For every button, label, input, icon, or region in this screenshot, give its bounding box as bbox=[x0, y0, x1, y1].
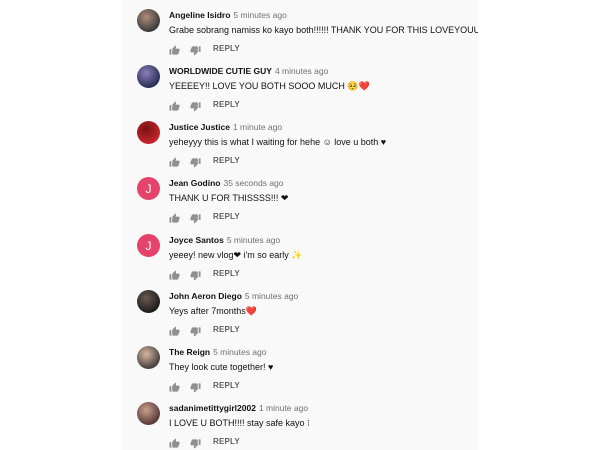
thumbs-down-icon[interactable] bbox=[190, 380, 201, 393]
comment-time[interactable]: 4 minutes ago bbox=[275, 66, 328, 76]
reply-button[interactable]: REPLY bbox=[213, 156, 240, 165]
thumbs-up-icon[interactable] bbox=[169, 380, 180, 392]
comment-item: J Jean Godino 35 seconds ago THANK U FOR … bbox=[122, 174, 478, 230]
comment-author[interactable]: Joyce Santos bbox=[169, 235, 224, 245]
comment-text: THANK U FOR THISSSS!!! ❤ bbox=[169, 193, 289, 203]
thumbs-up-icon[interactable] bbox=[169, 211, 180, 223]
comment-actions: REPLY bbox=[169, 323, 240, 337]
comment-header: Jean Godino 35 seconds ago bbox=[169, 178, 284, 189]
thumbs-down-icon[interactable] bbox=[190, 436, 201, 449]
comment-author[interactable]: WORLDWIDE CUTIE GUY bbox=[169, 66, 272, 76]
reply-button[interactable]: REPLY bbox=[213, 325, 240, 334]
comment-header: Angeline Isidro 5 minutes ago bbox=[169, 10, 287, 21]
avatar[interactable] bbox=[137, 402, 160, 425]
comment-time[interactable]: 35 seconds ago bbox=[223, 178, 283, 188]
avatar[interactable]: J bbox=[137, 234, 160, 257]
thumbs-up-icon[interactable] bbox=[169, 155, 180, 167]
comment-actions: REPLY bbox=[169, 210, 240, 224]
comment-header: The Reign 5 minutes ago bbox=[169, 347, 267, 358]
reply-button[interactable]: REPLY bbox=[213, 437, 240, 446]
reply-button[interactable]: REPLY bbox=[213, 44, 240, 53]
reply-button[interactable]: REPLY bbox=[213, 269, 240, 278]
comment-item: sadanimetittygirl2002 1 minute ago I LOVE… bbox=[122, 399, 478, 450]
thumbs-down-icon[interactable] bbox=[190, 99, 201, 112]
comment-item: Angeline Isidro 5 minutes ago Grabe sobra… bbox=[122, 6, 478, 62]
avatar[interactable]: J bbox=[137, 177, 160, 200]
comment-header: Justice Justice 1 minute ago bbox=[169, 122, 282, 133]
comment-time[interactable]: 5 minutes ago bbox=[227, 235, 280, 245]
reply-button[interactable]: REPLY bbox=[213, 381, 240, 390]
comment-time[interactable]: 5 minutes ago bbox=[233, 10, 286, 20]
comment-author[interactable]: John Aeron Diego bbox=[169, 291, 242, 301]
comment-header: WORLDWIDE CUTIE GUY 4 minutes ago bbox=[169, 66, 328, 77]
avatar[interactable] bbox=[137, 346, 160, 369]
avatar[interactable] bbox=[137, 290, 160, 313]
thumbs-up-icon[interactable] bbox=[169, 324, 180, 336]
comment-item: WORLDWIDE CUTIE GUY 4 minutes ago YEEEEY!… bbox=[122, 62, 478, 118]
thumbs-up-icon[interactable] bbox=[169, 436, 180, 448]
comments-panel: Angeline Isidro 5 minutes ago Grabe sobra… bbox=[122, 0, 478, 450]
comment-item: The Reign 5 minutes ago They look cute to… bbox=[122, 343, 478, 399]
comment-author[interactable]: Justice Justice bbox=[169, 122, 230, 132]
comment-text: They look cute together! ♥ bbox=[169, 362, 274, 372]
thumbs-down-icon[interactable] bbox=[190, 268, 201, 281]
comment-text: YEEEEY!! LOVE YOU BOTH SOOO MUCH 🥺❤️ bbox=[169, 81, 370, 91]
comment-actions: REPLY bbox=[169, 42, 240, 56]
comment-header: Joyce Santos 5 minutes ago bbox=[169, 235, 280, 246]
comment-time[interactable]: 5 minutes ago bbox=[245, 291, 298, 301]
comment-text: Grabe sobrang namiss ko kayo both!!!!!! … bbox=[169, 25, 478, 35]
reply-button[interactable]: REPLY bbox=[213, 100, 240, 109]
comment-actions: REPLY bbox=[169, 267, 240, 281]
comment-text: yeheyyy this is what I waiting for hehe … bbox=[169, 137, 387, 147]
comment-item: Justice Justice 1 minute ago yeheyyy this… bbox=[122, 118, 478, 174]
comment-item: J Joyce Santos 5 minutes ago yeeey! new v… bbox=[122, 231, 478, 287]
reply-button[interactable]: REPLY bbox=[213, 212, 240, 221]
avatar[interactable] bbox=[137, 9, 160, 32]
comment-author[interactable]: Angeline Isidro bbox=[169, 10, 230, 20]
thumbs-down-icon[interactable] bbox=[190, 324, 201, 337]
comment-time[interactable]: 5 minutes ago bbox=[213, 347, 266, 357]
comment-text: yeeey! new vlog❤ i'm so early ✨ bbox=[169, 250, 303, 260]
thumbs-up-icon[interactable] bbox=[169, 268, 180, 280]
comment-actions: REPLY bbox=[169, 154, 240, 168]
screenshot-frame: Angeline Isidro 5 minutes ago Grabe sobra… bbox=[0, 0, 600, 450]
comment-actions: REPLY bbox=[169, 435, 240, 449]
avatar[interactable] bbox=[137, 65, 160, 88]
comment-actions: REPLY bbox=[169, 98, 240, 112]
comment-header: John Aeron Diego 5 minutes ago bbox=[169, 291, 298, 302]
comment-item: John Aeron Diego 5 minutes ago Yeys after… bbox=[122, 287, 478, 343]
comment-actions: REPLY bbox=[169, 379, 240, 393]
comment-time[interactable]: 1 minute ago bbox=[233, 122, 282, 132]
comment-header: sadanimetittygirl2002 1 minute ago bbox=[169, 403, 308, 414]
comment-author[interactable]: sadanimetittygirl2002 bbox=[169, 403, 256, 413]
thumbs-down-icon[interactable] bbox=[190, 43, 201, 56]
comment-author[interactable]: The Reign bbox=[169, 347, 210, 357]
comment-text: Yeys after 7months❤️ bbox=[169, 306, 257, 316]
comment-author[interactable]: Jean Godino bbox=[169, 178, 220, 188]
comment-text: I LOVE U BOTH!!!! stay safe kayo ⁝ bbox=[169, 418, 310, 428]
thumbs-up-icon[interactable] bbox=[169, 99, 180, 111]
comment-time[interactable]: 1 minute ago bbox=[259, 403, 308, 413]
avatar[interactable] bbox=[137, 121, 160, 144]
thumbs-up-icon[interactable] bbox=[169, 43, 180, 55]
thumbs-down-icon[interactable] bbox=[190, 155, 201, 168]
thumbs-down-icon[interactable] bbox=[190, 211, 201, 224]
